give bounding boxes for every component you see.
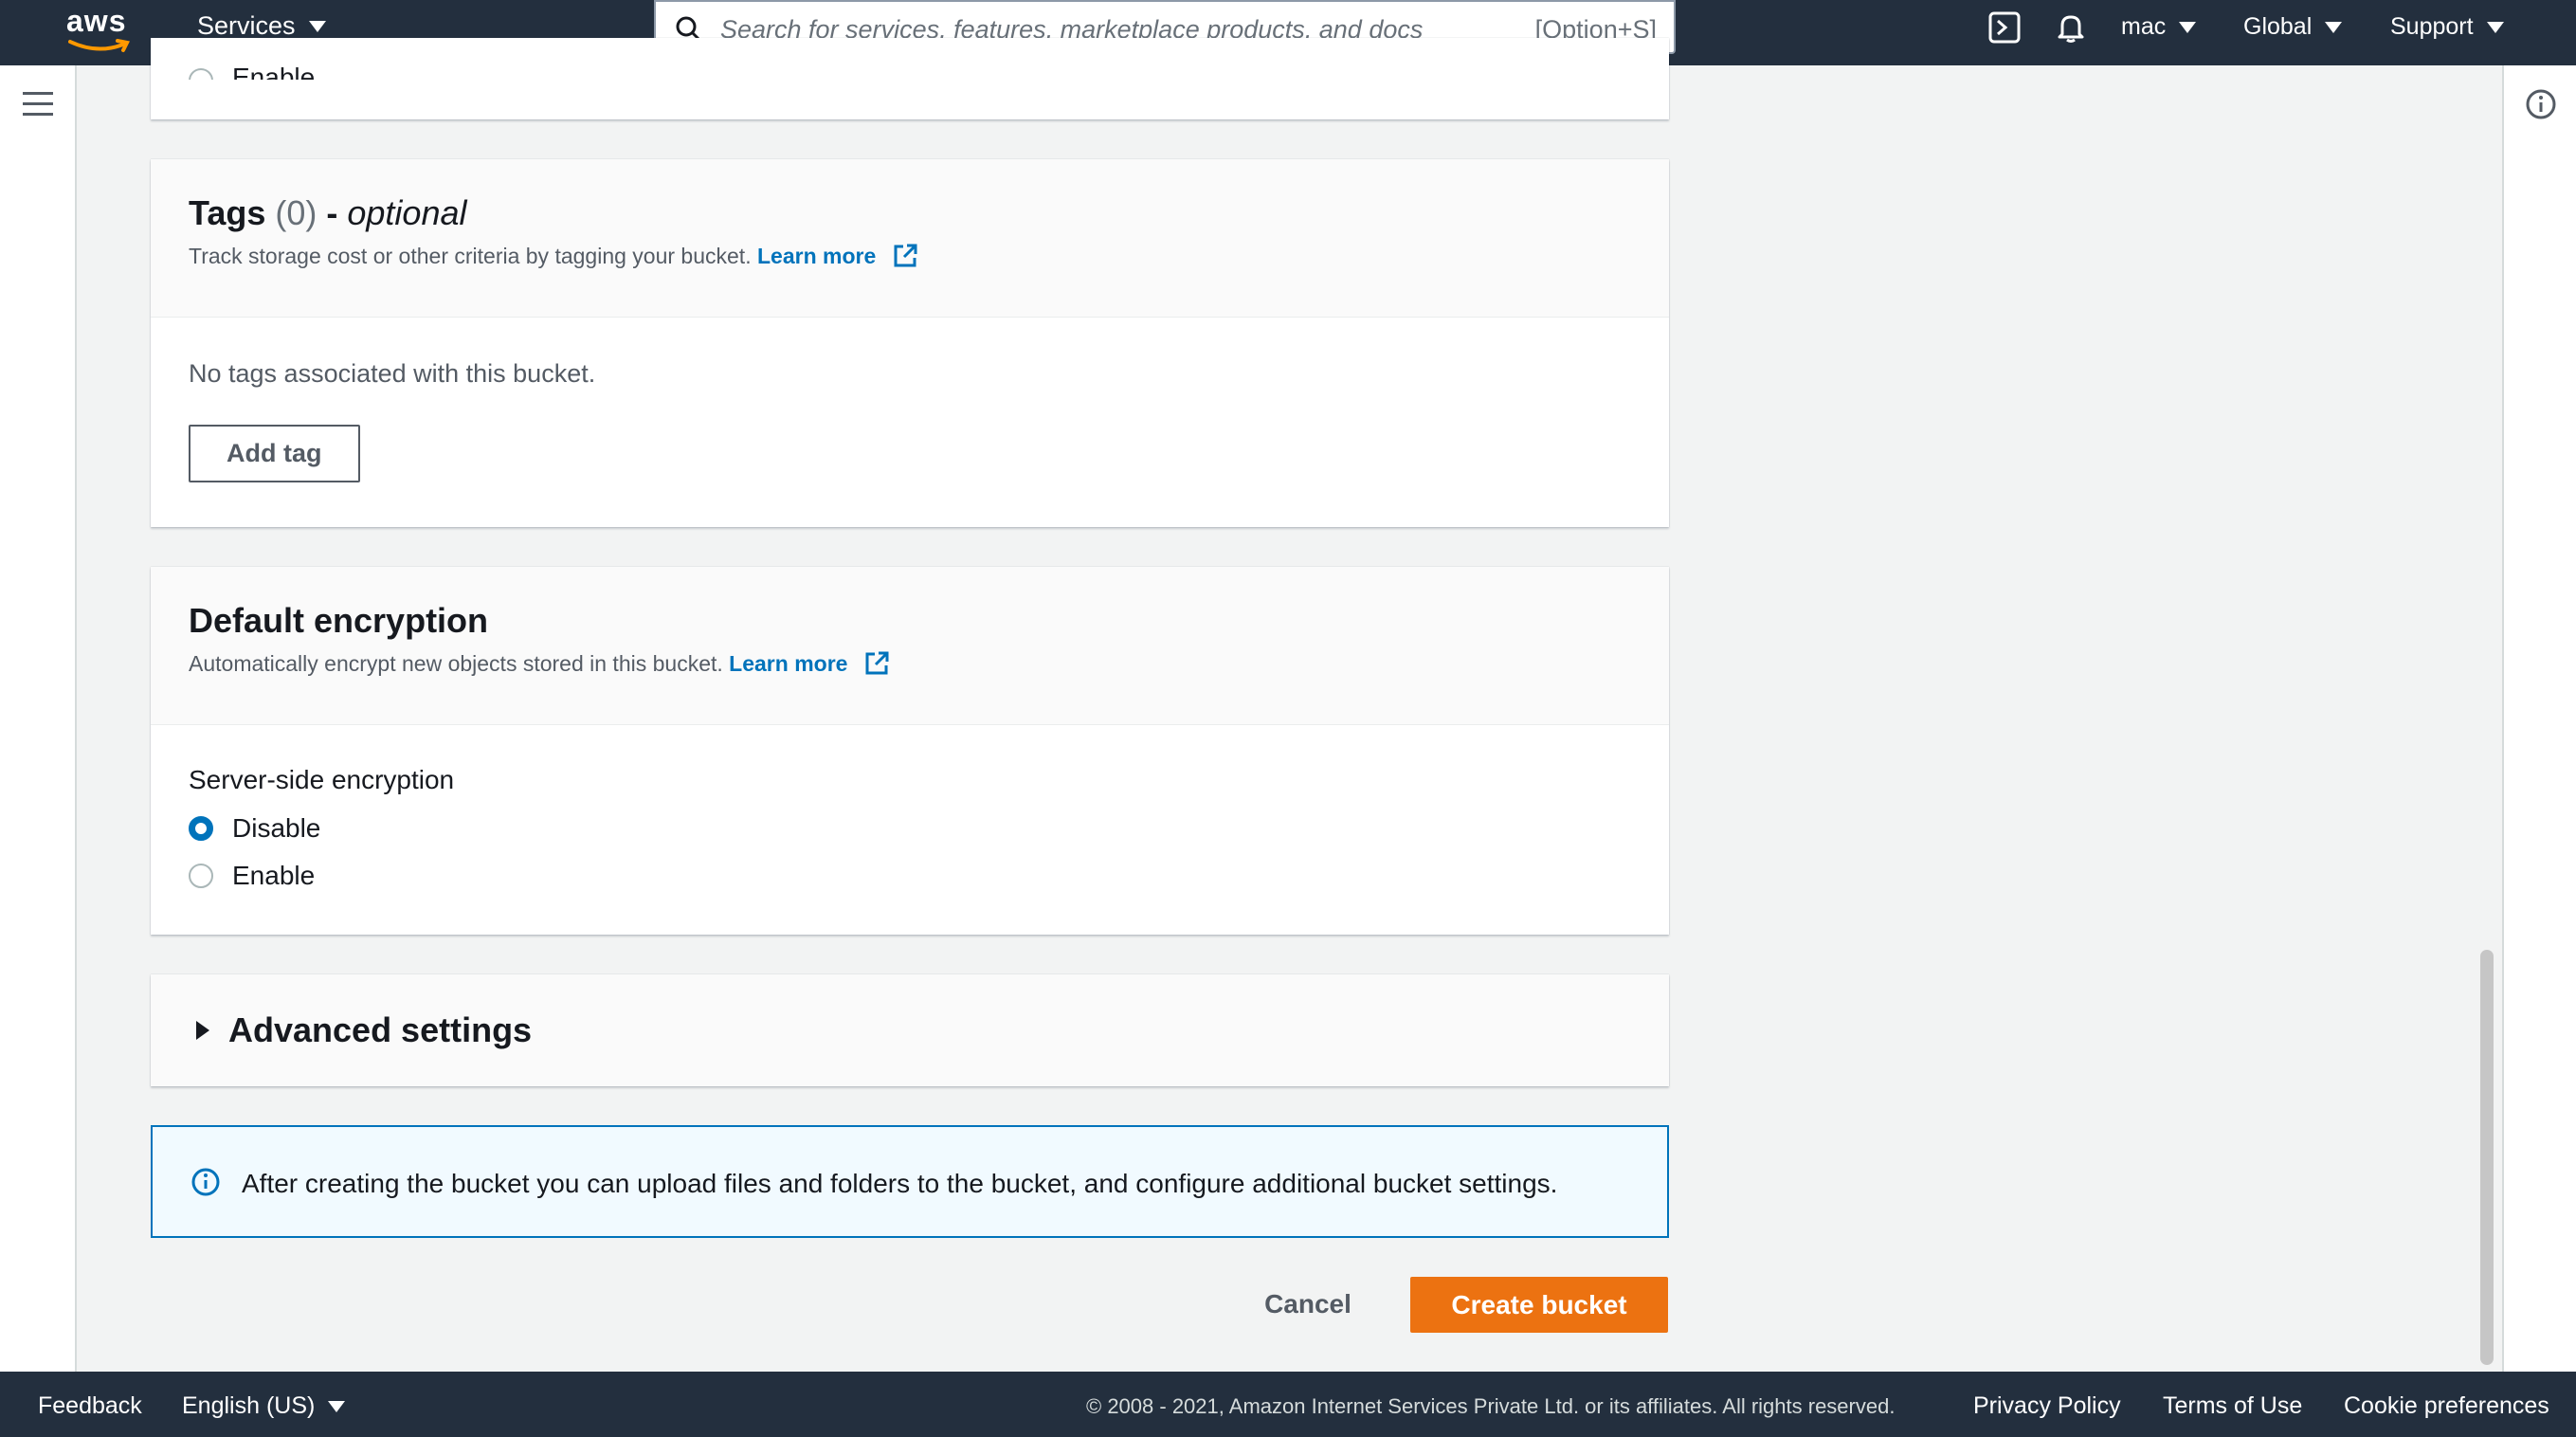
radio-button[interactable] <box>189 864 213 888</box>
copyright-text: © 2008 - 2021, Amazon Internet Services … <box>1086 1394 1896 1418</box>
info-icon <box>191 1168 220 1196</box>
services-menu[interactable]: Services <box>197 11 326 41</box>
encryption-learn-more-link[interactable]: Learn more <box>729 651 847 676</box>
notifications-button[interactable] <box>2055 0 2087 54</box>
bell-icon <box>2058 15 2084 43</box>
scrollbar-thumb[interactable] <box>2480 950 2494 1365</box>
no-tags-message: No tags associated with this bucket. <box>189 359 596 388</box>
external-link-icon[interactable] <box>863 650 890 677</box>
footer: Feedback English (US) © 2008 - 2021, Ama… <box>0 1372 2576 1437</box>
account-menu[interactable]: mac <box>2121 0 2197 54</box>
cloudshell-icon <box>1988 11 2021 43</box>
encryption-description-text: Automatically encrypt new objects stored… <box>189 651 723 676</box>
advanced-settings-title: Advanced settings <box>228 1010 533 1049</box>
tags-learn-more-link[interactable]: Learn more <box>757 244 876 268</box>
tags-description-text: Track storage cost or other criteria by … <box>189 244 752 268</box>
caret-down-icon <box>308 20 326 32</box>
optional-label: optional <box>347 193 467 232</box>
advanced-settings-panel[interactable]: Advanced settings <box>151 974 1669 1086</box>
info-icon[interactable] <box>2525 88 2557 120</box>
encryption-title: Default encryption <box>189 601 489 640</box>
radio-label-enable: Enable <box>232 861 316 890</box>
radio-button-selected[interactable] <box>189 816 213 841</box>
tags-description: Track storage cost or other criteria by … <box>189 243 1631 269</box>
create-bucket-button[interactable]: Create bucket <box>1410 1277 1668 1333</box>
cancel-button[interactable]: Cancel <box>1232 1280 1384 1329</box>
cookie-preferences-link[interactable]: Cookie preferences <box>2344 1392 2549 1420</box>
aws-smile-icon <box>68 39 130 52</box>
tags-panel-header: Tags (0) - optional Track storage cost o… <box>151 159 1669 318</box>
privacy-policy-link[interactable]: Privacy Policy <box>1973 1392 2121 1420</box>
radio-label: Enable <box>232 63 316 80</box>
caret-right-icon <box>196 1021 209 1040</box>
previous-section-radio[interactable]: Enable <box>189 45 315 80</box>
caret-down-icon <box>2325 21 2343 33</box>
menu-icon[interactable] <box>23 92 53 117</box>
services-label: Services <box>197 11 296 40</box>
account-label: mac <box>2121 13 2167 40</box>
region-menu[interactable]: Global <box>2243 0 2343 54</box>
info-alert-text: After creating the bucket you can upload… <box>242 1169 1558 1198</box>
terms-of-use-link[interactable]: Terms of Use <box>2163 1392 2302 1420</box>
caret-down-icon <box>2179 21 2197 33</box>
tags-title: Tags (0) - optional <box>189 193 1631 233</box>
language-selector[interactable]: English (US) <box>182 1392 346 1420</box>
tags-title-text: Tags <box>189 193 266 232</box>
encryption-panel-header: Default encryption Automatically encrypt… <box>151 567 1669 725</box>
encryption-description: Automatically encrypt new objects stored… <box>189 650 1631 677</box>
tags-count: (0) <box>275 193 317 232</box>
left-navigation-rail <box>0 65 77 1372</box>
server-side-encryption-label: Server-side encryption <box>189 765 455 794</box>
feedback-link[interactable]: Feedback <box>38 1392 142 1420</box>
add-tag-button[interactable]: Add tag <box>189 425 360 482</box>
radio-button[interactable] <box>189 68 213 80</box>
radio-label-disable: Disable <box>232 813 321 843</box>
support-label: Support <box>2390 13 2474 40</box>
radio-option-disable[interactable]: Disable <box>189 805 1631 852</box>
advanced-settings-toggle[interactable]: Advanced settings <box>194 1010 532 1050</box>
right-tools-rail <box>2502 65 2576 1372</box>
tags-panel: Tags (0) - optional Track storage cost o… <box>151 159 1669 527</box>
caret-down-icon <box>2486 21 2504 33</box>
aws-logo[interactable]: aws <box>66 4 133 57</box>
cloudshell-button[interactable] <box>1988 0 2021 54</box>
radio-option-enable[interactable]: Enable <box>189 852 1631 900</box>
default-encryption-panel: Default encryption Automatically encrypt… <box>151 567 1669 935</box>
support-menu[interactable]: Support <box>2390 0 2504 54</box>
previous-section-panel: Enable <box>151 38 1669 119</box>
region-label: Global <box>2243 13 2313 40</box>
caret-down-icon <box>328 1400 346 1412</box>
info-alert: After creating the bucket you can upload… <box>151 1125 1669 1238</box>
language-label: English (US) <box>182 1392 316 1419</box>
aws-logo-text: aws <box>66 4 127 38</box>
title-dash: - <box>317 193 348 232</box>
external-link-icon[interactable] <box>892 243 918 269</box>
